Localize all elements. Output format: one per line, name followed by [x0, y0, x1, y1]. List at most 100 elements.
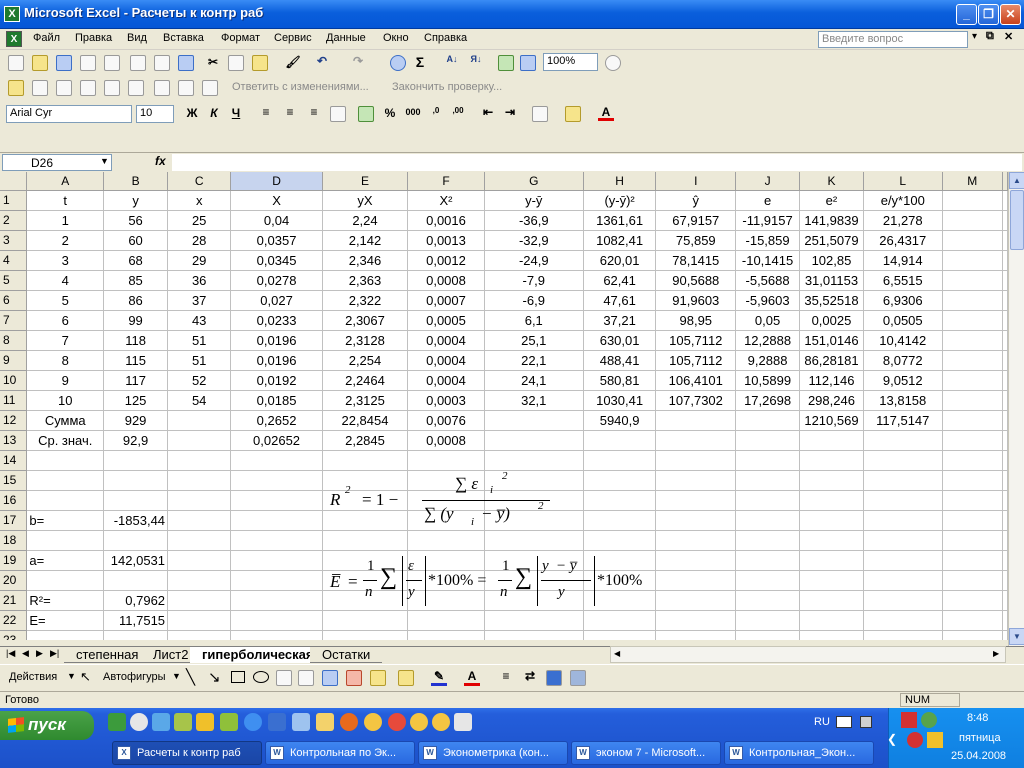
column-header-e[interactable]: E [322, 172, 409, 191]
cell-h16[interactable] [583, 490, 657, 511]
cell-h8[interactable]: 630,01 [583, 330, 657, 351]
cell-d19[interactable] [230, 550, 323, 571]
spelling-icon[interactable] [178, 55, 194, 71]
cell-b22[interactable]: 11,7515 [103, 610, 169, 631]
cell-c6[interactable]: 37 [167, 290, 232, 311]
cell-l15[interactable] [863, 470, 943, 491]
cell-e4[interactable]: 2,346 [322, 250, 409, 271]
cell-m21[interactable] [942, 590, 1004, 611]
cell-filler[interactable] [1002, 250, 1008, 271]
cell-m19[interactable] [942, 550, 1004, 571]
cell-b23[interactable] [103, 630, 169, 640]
cell-l8[interactable]: 10,4142 [863, 330, 943, 351]
zoom-select[interactable]: 100% [543, 53, 598, 71]
cell-f4[interactable]: 0,0012 [407, 250, 485, 271]
format-painter-icon[interactable]: 🖌 [285, 55, 301, 69]
cell-h12[interactable]: 5940,9 [583, 410, 657, 431]
cell-h1[interactable]: (y-ȳ)² [583, 190, 657, 211]
cell-c16[interactable] [167, 490, 232, 511]
insert-function-icon[interactable]: fx [155, 154, 166, 168]
dash-style-icon[interactable]: ⇄ [522, 669, 538, 683]
cell-b19[interactable]: 142,0531 [103, 550, 169, 571]
cell-filler[interactable] [1002, 370, 1008, 391]
cell-j1[interactable]: e [735, 190, 800, 211]
column-header-m[interactable]: M [942, 172, 1004, 191]
quicklaunch-icon-5[interactable] [196, 713, 214, 731]
cell-filler[interactable] [1002, 210, 1008, 231]
row-header[interactable]: 13 [0, 430, 28, 451]
cell-c9[interactable]: 51 [167, 350, 232, 371]
row-header[interactable]: 12 [0, 410, 28, 431]
chart-wizard-icon[interactable] [498, 55, 514, 71]
cell-k5[interactable]: 31,01153 [799, 270, 864, 291]
name-box[interactable]: D26 [2, 154, 112, 171]
cell-g9[interactable]: 22,1 [484, 350, 584, 371]
cell-filler[interactable] [1002, 550, 1008, 571]
cell-filler[interactable] [1002, 290, 1008, 311]
cell-m11[interactable] [942, 390, 1004, 411]
cell-filler[interactable] [1002, 610, 1008, 631]
cell-i13[interactable] [655, 430, 737, 451]
open-folder-icon[interactable] [32, 55, 48, 71]
cell-m10[interactable] [942, 370, 1004, 391]
cell-k13[interactable] [799, 430, 864, 451]
help-icon[interactable] [605, 55, 621, 71]
review-icon-4[interactable] [104, 80, 120, 96]
row-header[interactable]: 23 [0, 630, 28, 640]
cell-filler[interactable] [1002, 490, 1008, 511]
cell-k12[interactable]: 1210,569 [799, 410, 864, 431]
sort-descending-icon[interactable]: Я↓ [468, 54, 484, 64]
cell-e11[interactable]: 2,3125 [322, 390, 409, 411]
row-header[interactable]: 8 [0, 330, 28, 351]
quicklaunch-ie-icon[interactable] [244, 713, 262, 731]
cell-i4[interactable]: 78,1415 [655, 250, 737, 271]
cell-m8[interactable] [942, 330, 1004, 351]
cell-i7[interactable]: 98,95 [655, 310, 737, 331]
cell-b12[interactable]: 929 [103, 410, 169, 431]
cell-b18[interactable] [103, 530, 169, 551]
cell-j10[interactable]: 10,5899 [735, 370, 800, 391]
cell-e6[interactable]: 2,322 [322, 290, 409, 311]
cell-f11[interactable]: 0,0003 [407, 390, 485, 411]
select-pointer-icon[interactable]: ↖ [80, 669, 91, 685]
cell-k8[interactable]: 151,0146 [799, 330, 864, 351]
quicklaunch-icon-6[interactable] [220, 713, 238, 731]
cell-filler[interactable] [1002, 590, 1008, 611]
cell-filler[interactable] [1002, 430, 1008, 451]
row-header[interactable]: 17 [0, 510, 28, 531]
tab-ostatki[interactable]: Остатки [310, 647, 383, 663]
cell-b1[interactable]: y [103, 190, 169, 211]
cell-h3[interactable]: 1082,41 [583, 230, 657, 251]
cell-i8[interactable]: 105,7112 [655, 330, 737, 351]
cell-b13[interactable]: 92,9 [103, 430, 169, 451]
cell-m9[interactable] [942, 350, 1004, 371]
undo-icon[interactable]: ↶ [314, 54, 330, 68]
decrease-decimal-icon[interactable]: ,00 [450, 106, 466, 115]
task-kontrolnaya[interactable]: W Контрольная по Эк... [265, 741, 415, 765]
cell-j2[interactable]: -11,9157 [735, 210, 800, 231]
cell-l10[interactable]: 9,0512 [863, 370, 943, 391]
cell-c11[interactable]: 54 [167, 390, 232, 411]
cell-f13[interactable]: 0,0008 [407, 430, 485, 451]
merge-center-icon[interactable] [330, 106, 346, 122]
autoshapes-menu[interactable]: Автофигуры [103, 671, 166, 683]
row-header[interactable]: 22 [0, 610, 28, 631]
cell-b3[interactable]: 60 [103, 230, 169, 251]
cell-l23[interactable] [863, 630, 943, 640]
cell-filler[interactable] [1002, 230, 1008, 251]
chevron-down-icon[interactable]: ▼ [67, 671, 76, 681]
review-icon-2[interactable] [56, 80, 72, 96]
cell-j9[interactable]: 9,2888 [735, 350, 800, 371]
cell-a7[interactable]: 6 [26, 310, 105, 331]
textbox-icon[interactable] [276, 670, 292, 686]
cell-c2[interactable]: 25 [167, 210, 232, 231]
cell-d18[interactable] [230, 530, 323, 551]
quicklaunch-firefox-icon[interactable] [340, 713, 358, 731]
cell-j15[interactable] [735, 470, 800, 491]
font-color-icon[interactable]: A [598, 105, 614, 121]
cell-d7[interactable]: 0,0233 [230, 310, 323, 331]
cell-a19[interactable]: a= [26, 550, 105, 571]
currency-icon[interactable] [358, 106, 374, 122]
cell-f6[interactable]: 0,0007 [407, 290, 485, 311]
fill-color-icon[interactable] [398, 670, 414, 686]
